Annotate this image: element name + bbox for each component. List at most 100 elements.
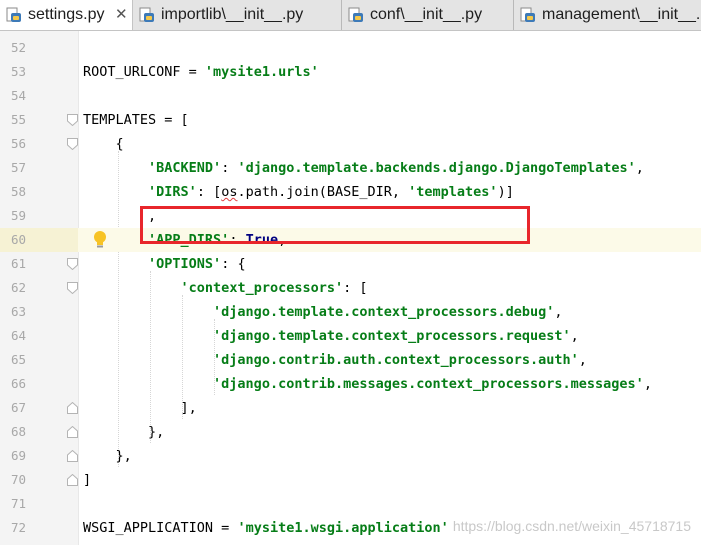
code-text: 'DIRS': [os.path.join(BASE_DIR, 'templat… <box>148 184 514 200</box>
line-number: 54 <box>11 88 27 103</box>
gutter-cell: 59 <box>0 204 78 228</box>
gutter-cell: 55 <box>0 108 78 132</box>
code-text: }, <box>83 448 132 464</box>
line-number: 59 <box>11 208 27 223</box>
gutter-cell: 65 <box>0 348 78 372</box>
code-line[interactable]: 62 'context_processors': [ <box>0 276 701 300</box>
code-text: ], <box>83 400 197 416</box>
gutter-cell: 64 <box>0 324 78 348</box>
code-line[interactable]: 64 'django.template.context_processors.r… <box>0 324 701 348</box>
gutter-cell: 69 <box>0 444 78 468</box>
code-text: 'django.contrib.messages.context_process… <box>213 376 652 392</box>
line-number: 69 <box>11 448 27 463</box>
gutter-cell: 72 <box>0 516 78 540</box>
tab-management-init[interactable]: management\__init__.py <box>514 0 701 30</box>
fold-marker-icon[interactable] <box>67 450 78 462</box>
code-text: ROOT_URLCONF = 'mysite1.urls' <box>83 64 319 80</box>
code-line[interactable]: 66 'django.contrib.messages.context_proc… <box>0 372 701 396</box>
code-line[interactable]: 65 'django.contrib.auth.context_processo… <box>0 348 701 372</box>
code-line[interactable]: 61 'OPTIONS': { <box>0 252 701 276</box>
fold-marker-icon[interactable] <box>67 474 78 486</box>
fold-marker-icon[interactable] <box>67 258 78 270</box>
code-line[interactable]: 57 'BACKEND': 'django.template.backends.… <box>0 156 701 180</box>
code-line[interactable]: 58 'DIRS': [os.path.join(BASE_DIR, 'temp… <box>0 180 701 204</box>
tab-importlib-init[interactable]: importlib\__init__.py <box>133 0 342 30</box>
code-text: 'OPTIONS': { <box>148 256 246 272</box>
code-text: ] <box>83 472 92 488</box>
tab-label: management\__init__.py <box>542 6 701 23</box>
editor-tab-bar: settings.py ✕ importlib\__init__.py conf… <box>0 0 701 31</box>
code-line[interactable]: 70] <box>0 468 701 492</box>
python-file-icon <box>348 7 363 22</box>
code-text: { <box>83 136 124 152</box>
code-text: 'APP_DIRS': True, <box>148 232 287 248</box>
tab-label: settings.py <box>28 6 105 23</box>
code-text: WSGI_APPLICATION = 'mysite1.wsgi.applica… <box>83 520 449 536</box>
tab-label: conf\__init__.py <box>370 6 483 23</box>
line-number: 68 <box>11 424 27 439</box>
line-number: 61 <box>11 256 27 271</box>
line-number: 66 <box>11 376 27 391</box>
gutter-cell: 56 <box>0 132 78 156</box>
code-line[interactable]: 71 <box>0 492 701 516</box>
code-line[interactable]: 60 'APP_DIRS': True, <box>0 228 701 252</box>
code-text: 'BACKEND': 'django.template.backends.dja… <box>148 160 644 176</box>
code-line[interactable]: 59 , <box>0 204 701 228</box>
line-number: 65 <box>11 352 27 367</box>
code-line[interactable]: 63 'django.template.context_processors.d… <box>0 300 701 324</box>
gutter-cell: 60 <box>0 228 78 252</box>
line-number: 62 <box>11 280 27 295</box>
gutter-cell: 61 <box>0 252 78 276</box>
code-text: 'context_processors': [ <box>180 280 368 296</box>
gutter-cell: 66 <box>0 372 78 396</box>
python-file-icon <box>139 7 154 22</box>
gutter-cell: 67 <box>0 396 78 420</box>
code-line[interactable]: 52 <box>0 36 701 60</box>
gutter-cell: 63 <box>0 300 78 324</box>
gutter-cell: 71 <box>0 492 78 516</box>
gutter-cell: 62 <box>0 276 78 300</box>
tab-settings-py[interactable]: settings.py ✕ <box>0 0 133 30</box>
tab-conf-init[interactable]: conf\__init__.py <box>342 0 514 30</box>
fold-marker-icon[interactable] <box>67 426 78 438</box>
code-line[interactable]: 53 ROOT_URLCONF = 'mysite1.urls' <box>0 60 701 84</box>
line-number: 60 <box>11 232 27 247</box>
line-number: 67 <box>11 400 27 415</box>
line-number: 70 <box>11 472 27 487</box>
code-text: 'django.contrib.auth.context_processors.… <box>213 352 587 368</box>
code-line[interactable]: 54 <box>0 84 701 108</box>
code-line[interactable]: 55 TEMPLATES = [ <box>0 108 701 132</box>
fold-marker-icon[interactable] <box>67 138 78 150</box>
watermark: https://blog.csdn.net/weixin_45718715 <box>452 518 691 534</box>
line-number: 53 <box>11 64 27 79</box>
close-tab-icon[interactable]: ✕ <box>115 0 128 30</box>
fold-marker-icon[interactable] <box>67 402 78 414</box>
line-number: 64 <box>11 328 27 343</box>
line-number: 52 <box>11 40 27 55</box>
code-text: 'django.template.context_processors.debu… <box>213 304 563 320</box>
line-number: 58 <box>11 184 27 199</box>
line-number: 55 <box>11 112 27 127</box>
line-number: 63 <box>11 304 27 319</box>
line-number: 56 <box>11 136 27 151</box>
code-line[interactable]: 69 }, <box>0 444 701 468</box>
code-line[interactable]: 56 { <box>0 132 701 156</box>
code-text: 'django.template.context_processors.requ… <box>213 328 579 344</box>
gutter-cell: 58 <box>0 180 78 204</box>
fold-marker-icon[interactable] <box>67 114 78 126</box>
line-number: 57 <box>11 160 27 175</box>
gutter-cell: 54 <box>0 84 78 108</box>
python-file-icon <box>6 7 21 22</box>
line-number: 71 <box>11 496 27 511</box>
gutter-cell: 53 <box>0 60 78 84</box>
code-text: , <box>83 208 157 224</box>
gutter-cell: 68 <box>0 420 78 444</box>
python-file-icon <box>520 7 535 22</box>
tab-label: importlib\__init__.py <box>161 6 304 23</box>
code-text: }, <box>83 424 165 440</box>
code-editor[interactable]: 52 53 ROOT_URLCONF = 'mysite1.urls' 54 55 TEM… <box>0 31 701 545</box>
code-line[interactable]: 67 ], <box>0 396 701 420</box>
gutter-cell: 70 <box>0 468 78 492</box>
code-line[interactable]: 68 }, <box>0 420 701 444</box>
fold-marker-icon[interactable] <box>67 282 78 294</box>
